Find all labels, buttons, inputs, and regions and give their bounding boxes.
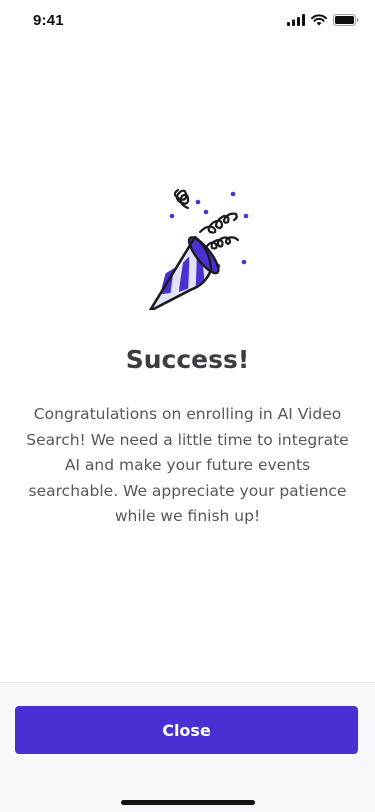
- battery-icon: [333, 14, 359, 26]
- status-bar: 9:41: [0, 0, 375, 44]
- close-button[interactable]: Close: [15, 706, 358, 754]
- success-message: Congratulations on enrolling in AI Video…: [26, 405, 349, 525]
- party-popper-illustration: [118, 180, 258, 313]
- success-title: Success!: [125, 345, 250, 374]
- cellular-signal-icon: [287, 14, 305, 26]
- status-time: 9:41: [33, 12, 64, 29]
- status-icons: [287, 14, 359, 26]
- footer: Close: [0, 682, 375, 812]
- home-indicator: [121, 800, 255, 805]
- party-popper-icon: [148, 188, 249, 313]
- wifi-icon: [311, 14, 327, 26]
